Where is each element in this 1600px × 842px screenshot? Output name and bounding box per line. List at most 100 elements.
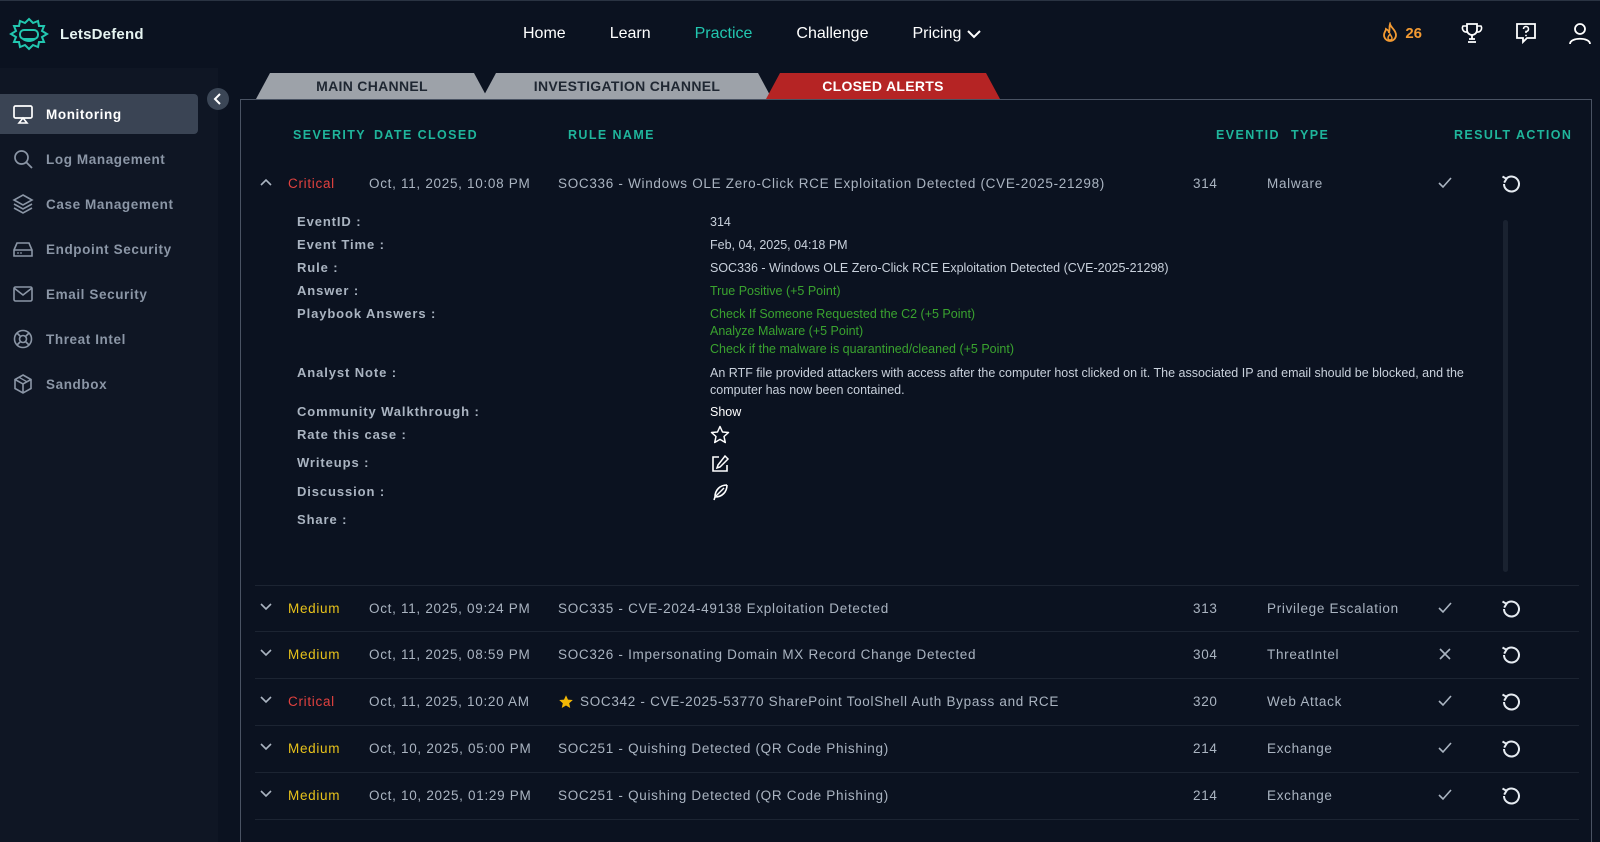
chevron-down-icon[interactable] <box>259 646 273 660</box>
edit-icon[interactable] <box>710 454 730 474</box>
tab-main-channel[interactable]: MAIN CHANNEL <box>256 73 488 99</box>
chevron-up-icon[interactable] <box>259 175 273 189</box>
detail-label-discussion: Discussion : <box>297 484 386 499</box>
sidebar-item-threat-intel[interactable]: Threat Intel <box>0 319 198 359</box>
tab-closed-alerts[interactable]: CLOSED ALERTS <box>766 73 1000 99</box>
type-cell: Exchange <box>1267 788 1333 803</box>
table-row[interactable]: Medium Oct, 10, 2025, 05:00 PM SOC251 - … <box>255 726 1579 773</box>
reopen-icon[interactable] <box>1500 173 1522 195</box>
rule-name-cell[interactable]: SOC342 - CVE-2025-53770 SharePoint ToolS… <box>580 694 1059 709</box>
lifebuoy-icon <box>13 329 33 349</box>
header-type[interactable]: TYPE <box>1291 128 1329 142</box>
streak-counter[interactable]: 26 <box>1379 22 1422 44</box>
chevron-down-icon <box>967 30 982 39</box>
date-closed-cell: Oct, 10, 2025, 01:29 PM <box>369 788 532 803</box>
sidebar-item-log-management[interactable]: Log Management <box>0 139 198 179</box>
help-button[interactable] <box>1512 19 1540 47</box>
detail-label-playbook-answers: Playbook Answers : <box>297 306 437 321</box>
detail-label-rule: Rule : <box>297 260 339 275</box>
sidebar-item-email-security[interactable]: Email Security <box>0 274 198 314</box>
rule-name-cell[interactable]: SOC335 - CVE-2024-49138 Exploitation Det… <box>558 601 889 616</box>
table-row[interactable]: Medium Oct, 11, 2025, 08:59 PM SOC326 - … <box>255 632 1579 679</box>
reopen-icon[interactable] <box>1500 644 1522 666</box>
alert-detail: EventID : 314 Event Time : Feb, 04, 2025… <box>255 214 1579 574</box>
detail-label-answer: Answer : <box>297 283 360 298</box>
eventid-cell: 304 <box>1193 647 1218 662</box>
sidebar-item-monitoring[interactable]: Monitoring <box>0 94 198 134</box>
playbook-answer-item: Analyze Malware (+5 Point) <box>710 324 864 338</box>
eventid-cell: 314 <box>1193 176 1218 191</box>
sidebar-item-label: Email Security <box>46 286 148 302</box>
header-result[interactable]: RESULT <box>1454 128 1511 142</box>
header-eventid[interactable]: EVENTID <box>1216 128 1280 142</box>
profile-button[interactable] <box>1566 19 1594 47</box>
search-icon <box>14 150 33 169</box>
header-action[interactable]: ACTION <box>1516 128 1572 142</box>
sidebar-item-sandbox[interactable]: Sandbox <box>0 364 198 404</box>
cube-icon <box>14 374 32 394</box>
detail-scrollbar[interactable] <box>1503 220 1508 572</box>
chevron-down-icon[interactable] <box>259 693 273 707</box>
detail-value-analyst-note: An RTF file provided attackers with acce… <box>710 366 1464 397</box>
sidebar-item-label: Endpoint Security <box>46 241 172 257</box>
sidebar-item-endpoint-security[interactable]: Endpoint Security <box>0 229 198 269</box>
nav-learn[interactable]: Learn <box>610 25 651 43</box>
brand-logo[interactable]: LetsDefend <box>8 17 144 51</box>
trophy-icon <box>1461 23 1483 43</box>
reopen-icon[interactable] <box>1500 738 1522 760</box>
rule-name-cell[interactable]: SOC251 - Quishing Detected (QR Code Phis… <box>558 741 889 756</box>
nav-challenge[interactable]: Challenge <box>796 25 868 43</box>
sidebar-item-label: Sandbox <box>46 376 108 392</box>
sidebar-collapse-button[interactable] <box>207 88 229 110</box>
date-closed-cell: Oct, 10, 2025, 05:00 PM <box>369 741 532 756</box>
header-rule-name[interactable]: RULE NAME <box>568 128 655 142</box>
table-row[interactable]: Medium Oct, 10, 2025, 01:29 PM SOC251 - … <box>255 773 1579 820</box>
detail-value-eventid: 314 <box>710 215 731 229</box>
severity-cell: Medium <box>288 788 341 803</box>
playbook-answer-item: Check If Someone Requested the C2 (+5 Po… <box>710 307 976 321</box>
table-header: SEVERITY DATE CLOSED RULE NAME EVENTID T… <box>241 128 1591 148</box>
reopen-icon[interactable] <box>1500 691 1522 713</box>
rule-name-cell[interactable]: SOC326 - Impersonating Domain MX Record … <box>558 647 976 662</box>
feather-icon[interactable] <box>710 482 730 502</box>
tab-investigation-channel[interactable]: INVESTIGATION CHANNEL <box>482 73 772 99</box>
rule-name-cell[interactable]: SOC251 - Quishing Detected (QR Code Phis… <box>558 788 889 803</box>
table-row[interactable]: Critical Oct, 11, 2025, 10:20 AM SOC342 … <box>255 679 1579 726</box>
chevron-down-icon[interactable] <box>259 600 273 614</box>
sidebar-item-label: Monitoring <box>46 106 122 122</box>
layers-icon <box>12 194 34 214</box>
detail-label-community-walkthrough: Community Walkthrough : <box>297 404 480 419</box>
chevron-left-icon <box>213 93 221 105</box>
cross-icon <box>1439 648 1451 660</box>
detail-label-share: Share : <box>297 512 348 527</box>
severity-cell: Critical <box>288 176 335 191</box>
table-row-expanded[interactable]: Critical Oct, 11, 2025, 10:08 PM SOC336 … <box>255 161 1579 208</box>
detail-label-writeups: Writeups : <box>297 455 370 470</box>
header-date-closed[interactable]: DATE CLOSED <box>374 128 478 142</box>
nav-pricing[interactable]: Pricing <box>912 25 982 43</box>
check-icon <box>1438 695 1452 707</box>
type-cell: Privilege Escalation <box>1267 601 1399 616</box>
eventid-cell: 214 <box>1193 788 1218 803</box>
nav-practice[interactable]: Practice <box>695 25 753 43</box>
streak-count: 26 <box>1405 24 1422 42</box>
date-closed-cell: Oct, 11, 2025, 10:20 AM <box>369 694 530 709</box>
reopen-icon[interactable] <box>1500 785 1522 807</box>
check-icon <box>1438 602 1452 614</box>
reopen-icon[interactable] <box>1500 598 1522 620</box>
chevron-down-icon[interactable] <box>259 740 273 754</box>
nav-home[interactable]: Home <box>523 25 566 43</box>
table-row[interactable]: Medium Oct, 11, 2025, 09:24 PM SOC335 - … <box>255 585 1579 632</box>
sidebar-item-case-management[interactable]: Case Management <box>0 184 198 224</box>
top-bar: LetsDefend Home Learn Practice Challenge… <box>0 0 1600 68</box>
date-closed-cell: Oct, 11, 2025, 09:24 PM <box>369 601 531 616</box>
chevron-down-icon[interactable] <box>259 787 273 801</box>
brand-name: LetsDefend <box>60 25 144 43</box>
rule-name-cell[interactable]: SOC336 - Windows OLE Zero-Click RCE Expl… <box>558 176 1105 191</box>
walkthrough-show-link[interactable]: Show <box>710 404 741 421</box>
header-severity[interactable]: SEVERITY <box>293 128 366 142</box>
star-icon[interactable] <box>710 425 730 445</box>
sidebar: Monitoring Log Management Case Managemen… <box>0 68 218 842</box>
leaderboard-button[interactable] <box>1458 19 1486 47</box>
monitor-icon <box>13 105 33 124</box>
